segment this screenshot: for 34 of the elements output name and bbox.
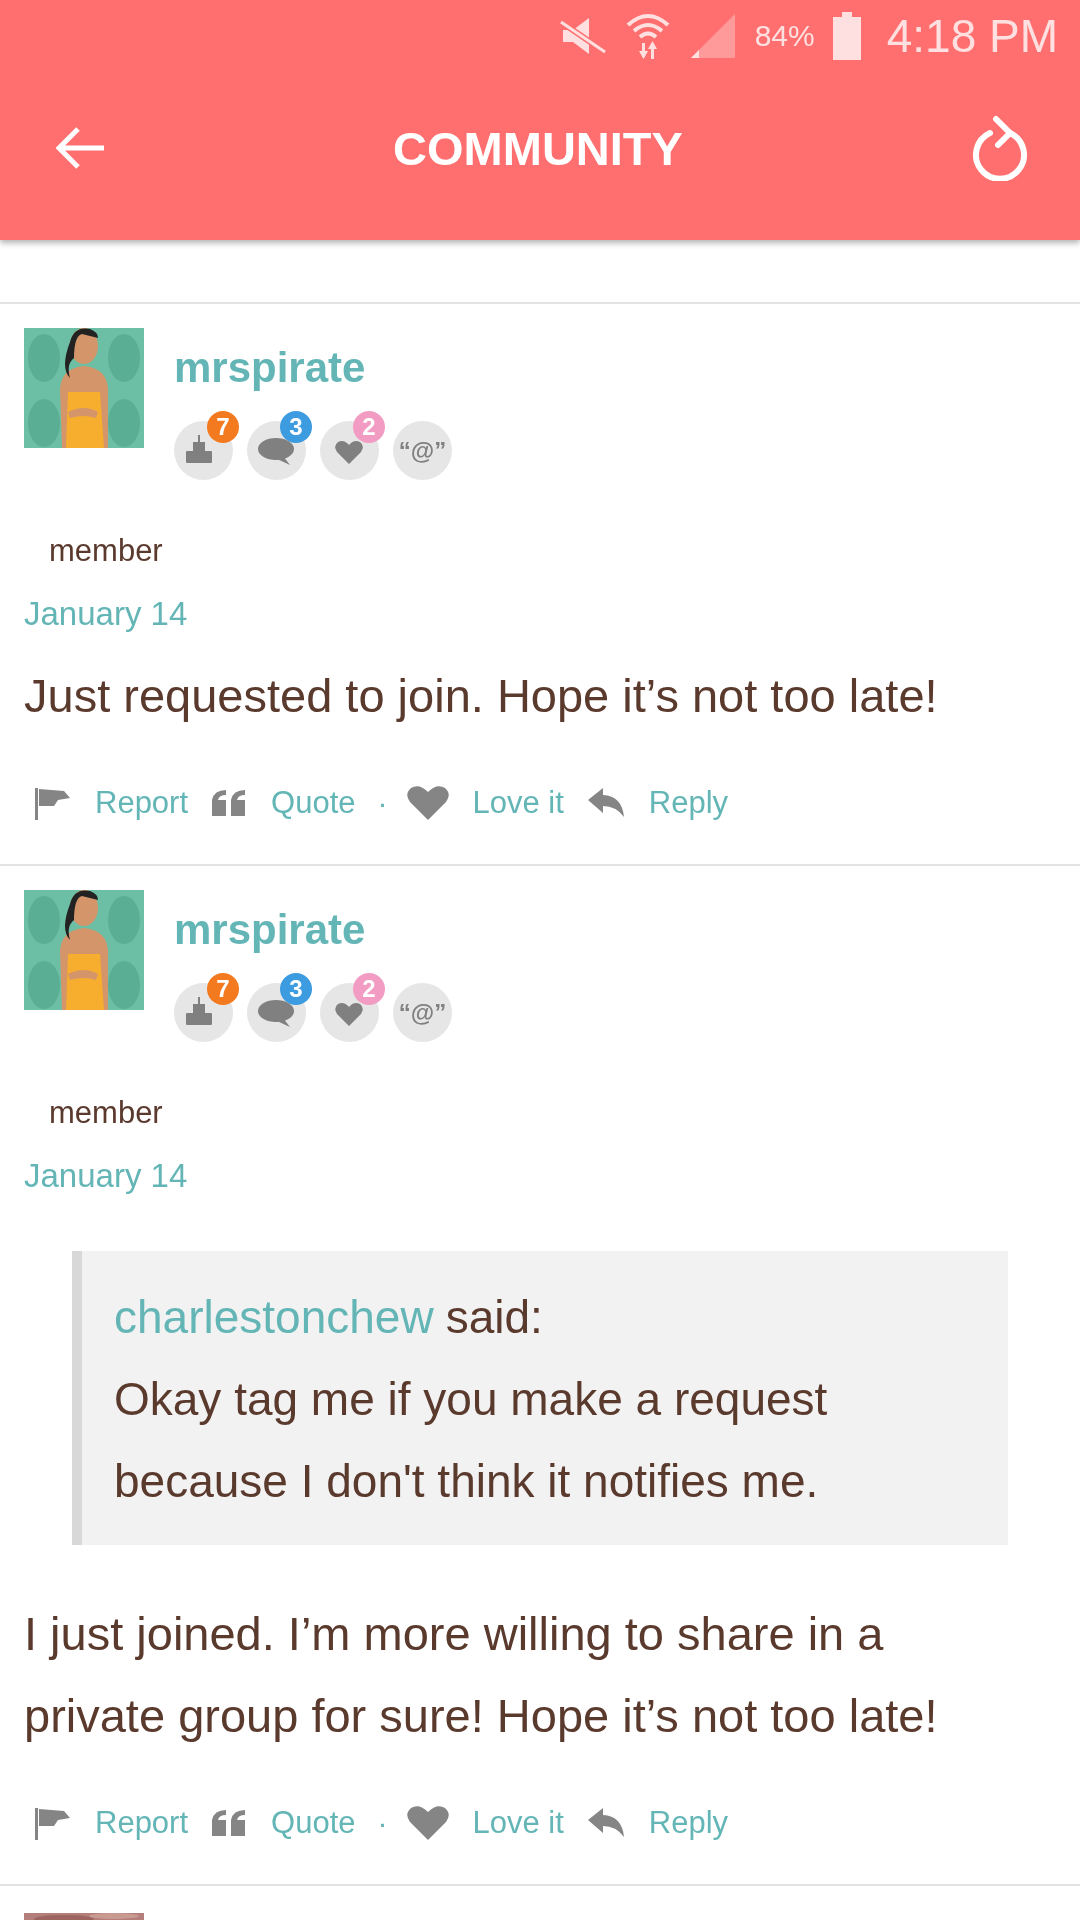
- separator-dot: ·: [377, 1806, 388, 1840]
- love-link[interactable]: Love it: [405, 1804, 564, 1842]
- count-badge: 3: [280, 411, 312, 443]
- member-role: member: [49, 534, 164, 568]
- report-link[interactable]: Report: [34, 1805, 189, 1841]
- said-label: said:: [445, 1290, 543, 1345]
- clock-time: 4:18 PM: [886, 9, 1058, 63]
- separator-dot: ·: [377, 786, 388, 820]
- username-link[interactable]: mrspirate: [174, 344, 366, 392]
- post-date: January 14: [24, 1159, 189, 1193]
- page-title: COMMUNITY: [393, 120, 683, 176]
- count-badge: 7: [207, 973, 239, 1005]
- quote-link[interactable]: Quote: [210, 1805, 356, 1841]
- username-link[interactable]: mrspirate: [174, 906, 366, 954]
- quote-text: because I don't think it notifies me.: [114, 1454, 819, 1509]
- mention-badge: “@”: [393, 983, 452, 1042]
- post-text: private group for sure! Hope it’s not too late!: [24, 1688, 938, 1744]
- post-date: January 14: [24, 597, 189, 631]
- post-text: I just joined. I’m more willing to share in a: [24, 1606, 884, 1662]
- report-link[interactable]: Report: [34, 785, 189, 821]
- reply-link[interactable]: Reply: [585, 1805, 729, 1841]
- quote-author-link[interactable]: charlestonchew: [114, 1276, 434, 1358]
- member-role: member: [49, 1096, 164, 1130]
- quote-link[interactable]: Quote: [210, 785, 356, 821]
- quote-text: Okay tag me if you make a request: [114, 1372, 828, 1427]
- reply-link[interactable]: Reply: [585, 785, 729, 821]
- count-badge: 3: [280, 973, 312, 1005]
- post-text: Just requested to join. Hope it’s not too late!: [24, 668, 938, 724]
- count-badge: 7: [207, 411, 239, 443]
- count-badge: 2: [353, 411, 385, 443]
- count-badge: 2: [353, 973, 385, 1005]
- battery-percent: 84%: [754, 19, 815, 53]
- mention-badge: “@”: [393, 421, 452, 480]
- love-link[interactable]: Love it: [405, 784, 564, 822]
